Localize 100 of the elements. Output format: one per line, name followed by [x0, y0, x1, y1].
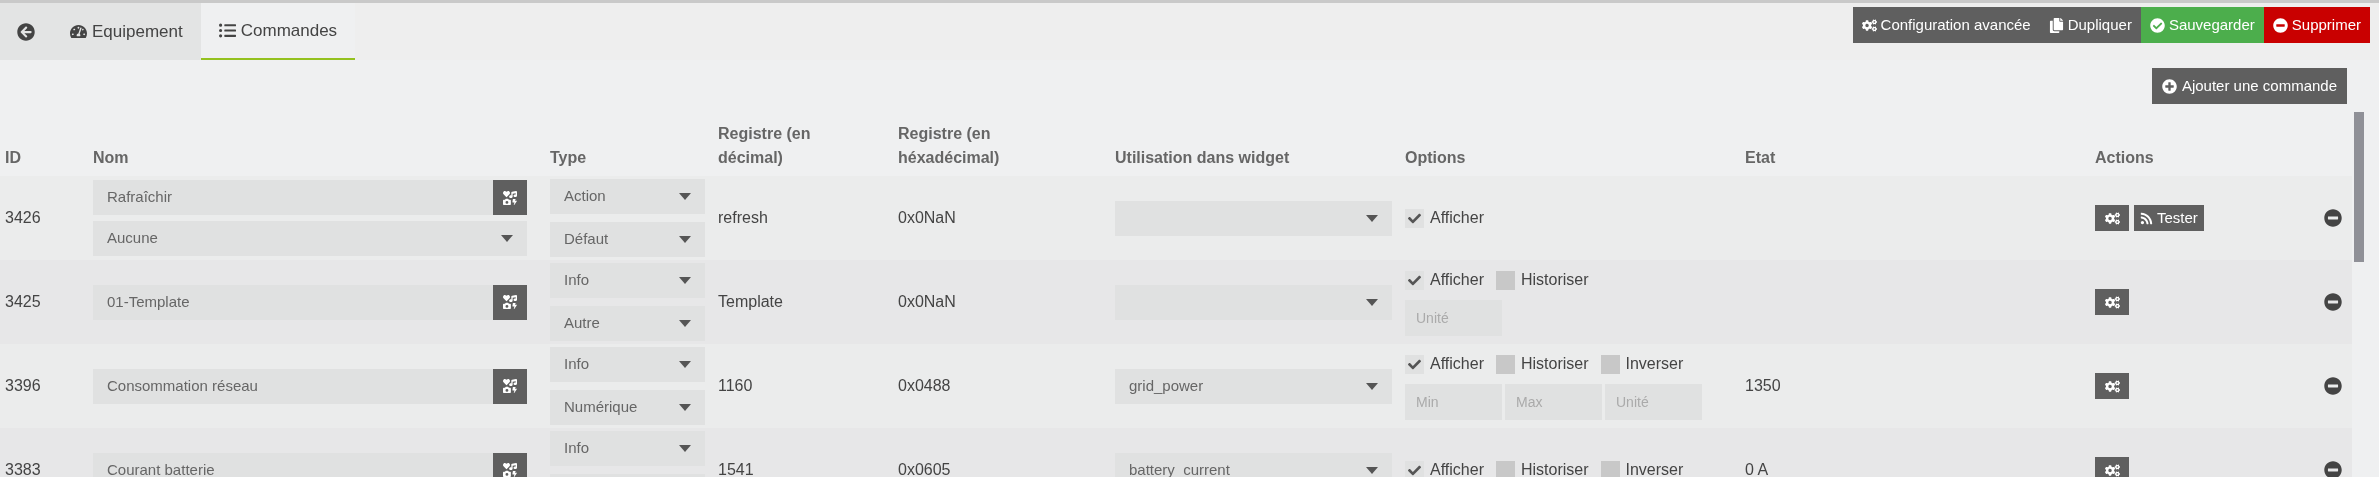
column-header: Etat	[1745, 148, 1777, 168]
table-cell-text: 1160	[718, 376, 754, 396]
table-cell-text: 0x0488	[898, 376, 952, 396]
subtype-select[interactable]: Autre	[550, 306, 705, 341]
table-cell-text: 0x0NaN	[898, 292, 957, 312]
state-value: 1350	[1745, 376, 1782, 396]
list-icon	[218, 22, 236, 39]
check-icon	[1408, 357, 1421, 371]
caret-icon	[1366, 382, 1378, 390]
settings-button[interactable]	[2095, 289, 2129, 315]
table-cell-text: 0x0605	[898, 460, 952, 477]
toolbar-button[interactable]: Configuration avancée	[1852, 7, 2040, 43]
checkbox[interactable]	[1495, 460, 1515, 477]
gears-icon	[2104, 462, 2120, 477]
gears-icon	[2104, 210, 2120, 226]
table-cell-text: 3425	[4, 292, 42, 312]
table-cell-text: 3383	[4, 460, 42, 477]
caret-icon	[679, 320, 691, 327]
caret-icon	[679, 236, 691, 243]
option-label: Historiser	[1520, 270, 1589, 290]
caret-icon	[1366, 214, 1378, 222]
column-header: Actions	[2095, 148, 2155, 168]
type-select[interactable]: Action	[550, 179, 705, 214]
option-label: Inverser	[1625, 460, 1684, 477]
generic-type-select[interactable]: Aucune	[93, 221, 527, 256]
table-cell-text: 3396	[4, 376, 42, 396]
checkbox[interactable]	[1495, 354, 1515, 374]
checkbox[interactable]	[1405, 354, 1424, 374]
remove-button[interactable]	[2323, 376, 2342, 396]
icons-icon	[503, 379, 517, 393]
table-cell-text: Template	[718, 292, 784, 312]
column-header: Type	[550, 148, 588, 168]
option-label: Historiser	[1520, 460, 1589, 477]
settings-button[interactable]	[2095, 205, 2129, 231]
checkbox[interactable]	[1405, 270, 1424, 290]
widget-select[interactable]: grid_power	[1115, 368, 1392, 404]
widget-select[interactable]: battery_current	[1115, 452, 1392, 477]
subtype-select[interactable]: Numérique	[550, 390, 705, 425]
checkbox[interactable]	[1600, 354, 1620, 374]
option-label: Afficher	[1430, 208, 1484, 228]
icons-icon	[503, 295, 517, 309]
test-button[interactable]: Tester	[2134, 205, 2204, 231]
tab[interactable]: Equipement	[52, 3, 201, 60]
checkbox[interactable]	[1495, 270, 1515, 290]
toolbar-button[interactable]: Sauvegarder	[2140, 7, 2264, 43]
remove-button[interactable]	[2323, 292, 2342, 312]
type-select[interactable]: Info	[550, 263, 705, 298]
column-header: Registre (en héxadécimal)	[898, 124, 1001, 168]
settings-button[interactable]	[2095, 457, 2129, 477]
icon-picker-button[interactable]	[493, 368, 527, 404]
column-header: Registre (en décimal)	[718, 124, 812, 168]
checkbox[interactable]	[1600, 460, 1620, 477]
state-value: 0 A	[1745, 460, 1770, 477]
type-select[interactable]: Info	[550, 347, 705, 382]
icon-picker-button[interactable]	[493, 284, 527, 320]
back-icon	[17, 22, 35, 41]
toolbar-button[interactable]: Supprimer	[2263, 7, 2370, 43]
caret-icon	[679, 445, 691, 452]
subtype-select[interactable]: Défaut	[550, 222, 705, 257]
icon-picker-button[interactable]	[493, 180, 527, 215]
caret-icon	[679, 404, 691, 411]
gears-icon	[2104, 294, 2120, 310]
remove-button[interactable]	[2323, 460, 2342, 477]
option-label: Afficher	[1430, 460, 1484, 477]
rss-icon	[2140, 211, 2153, 225]
table-cell-text: refresh	[718, 208, 769, 228]
toolbar-button[interactable]: Dupliquer	[2039, 7, 2141, 43]
option-label: Afficher	[1430, 354, 1484, 374]
gears-icon	[1861, 17, 1877, 33]
table-cell-text: 0x0NaN	[898, 208, 957, 228]
check-icon	[1408, 463, 1421, 477]
table-cell-text: 3426	[4, 208, 42, 228]
name-field[interactable]: 01-Template	[93, 284, 493, 320]
name-field[interactable]: Courant batterie	[93, 452, 493, 477]
checkbox[interactable]	[1405, 460, 1424, 477]
column-header: Utilisation dans widget	[1115, 148, 1291, 168]
checkbox[interactable]	[1405, 208, 1424, 228]
add-command-button[interactable]: Ajouter une commande	[2151, 68, 2347, 104]
table-cell-text: 1541	[718, 460, 755, 477]
caret-icon	[679, 277, 691, 284]
caret-icon	[1366, 466, 1378, 474]
gears-icon	[2104, 378, 2120, 394]
caret-icon	[1366, 298, 1378, 306]
name-field[interactable]: Consommation réseau	[93, 368, 493, 404]
gauge-icon	[70, 23, 87, 40]
column-header: Nom	[93, 148, 130, 168]
caret-icon	[501, 235, 513, 242]
icons-icon	[503, 463, 517, 477]
name-field[interactable]: Rafraîchir	[93, 180, 493, 215]
option-label: Inverser	[1625, 354, 1684, 374]
option-label: Historiser	[1520, 354, 1589, 374]
caret-icon	[679, 361, 691, 368]
copy-icon	[2048, 17, 2064, 33]
option-label: Afficher	[1430, 270, 1484, 290]
type-select[interactable]: Info	[550, 431, 705, 466]
remove-button[interactable]	[2323, 208, 2342, 228]
tab[interactable]: Commandes	[200, 3, 356, 60]
check-icon	[1408, 273, 1421, 287]
settings-button[interactable]	[2095, 373, 2129, 399]
icon-picker-button[interactable]	[493, 452, 527, 477]
